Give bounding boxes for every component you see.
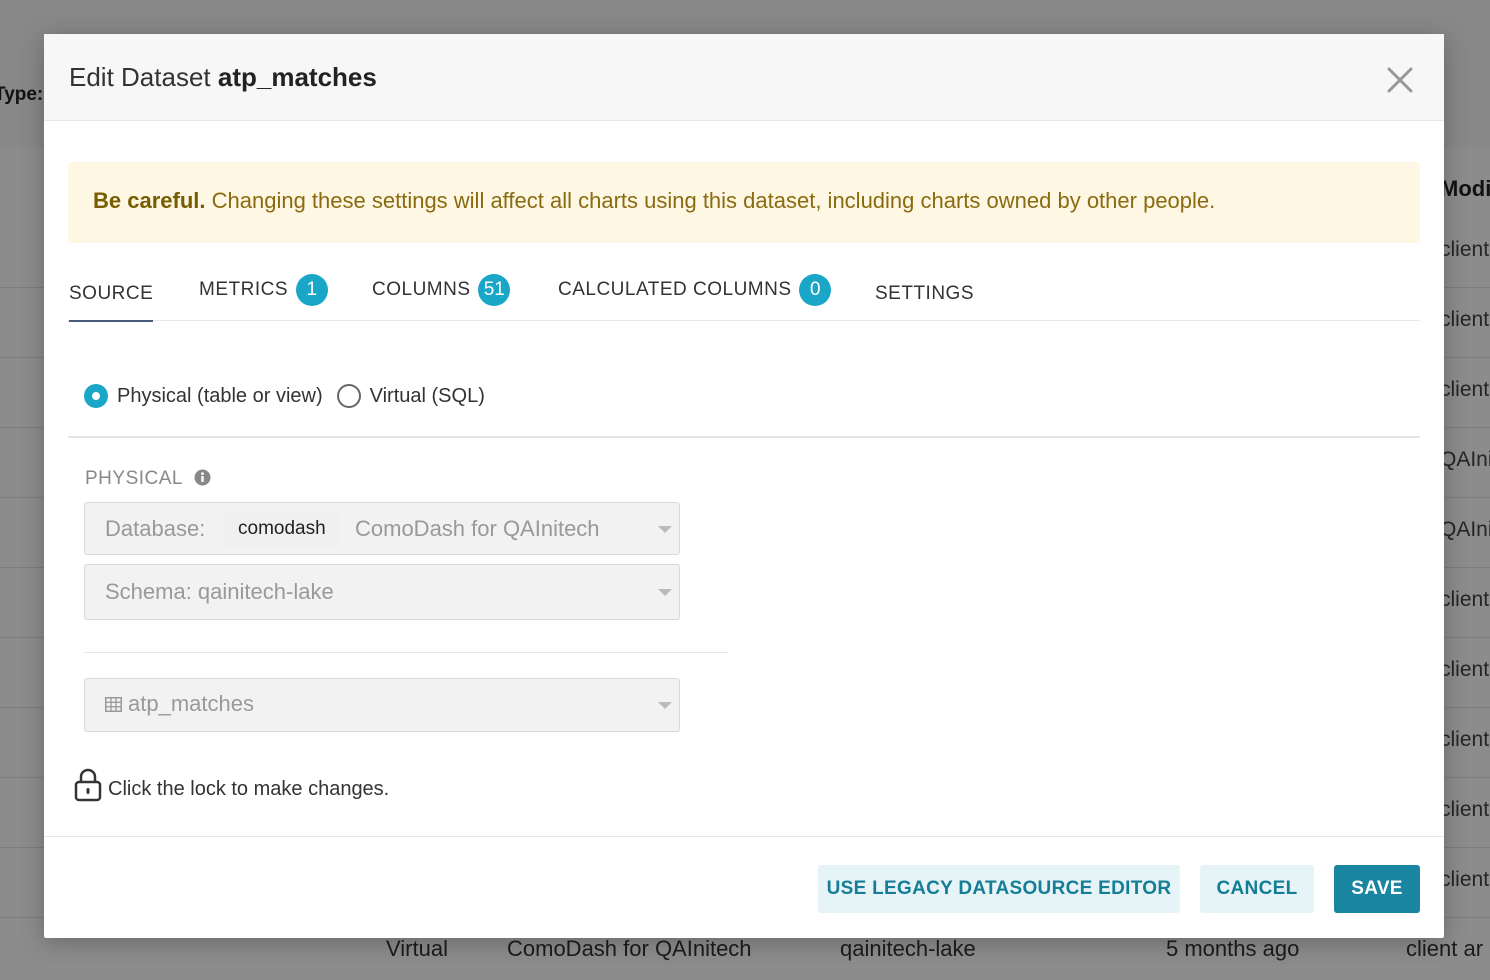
schema-value: Schema: qainitech-lake: [105, 579, 334, 604]
table-select-value: atp_matches: [105, 691, 254, 717]
modal-header: Edit Dataset atp_matches: [44, 34, 1444, 121]
cancel-button[interactable]: CANCEL: [1200, 865, 1314, 913]
schema-select[interactable]: Schema: qainitech-lake: [84, 564, 680, 620]
save-button[interactable]: SAVE: [1334, 865, 1420, 913]
modal-title-prefix: Edit Dataset: [69, 62, 211, 92]
info-icon[interactable]: [194, 469, 211, 486]
database-select[interactable]: Database: comodash ComoDash for QAInitec…: [84, 502, 680, 555]
alert-strong: Be careful.: [93, 188, 206, 213]
table-icon: [105, 697, 122, 712]
tab-bar: SOURCE METRICS 1 COLUMNS 51 CALCULATED C…: [68, 266, 1420, 322]
tab-label: CALCULATED COLUMNS: [558, 279, 792, 300]
chevron-down-icon[interactable]: [658, 525, 672, 533]
database-select-prefix: Database:: [105, 516, 206, 541]
use-legacy-editor-button[interactable]: USE LEGACY DATASOURCE EDITOR: [818, 865, 1180, 913]
alert-message: Changing these settings will affect all …: [211, 188, 1216, 213]
metrics-count-badge: 1: [295, 274, 328, 306]
table-name: atp_matches: [128, 691, 254, 716]
database-name: ComoDash for QAInitech: [355, 516, 600, 541]
select-divider: [84, 652, 728, 653]
physical-header-label: PHYSICAL: [85, 468, 183, 489]
virtual-radio[interactable]: [336, 384, 361, 408]
tab-settings[interactable]: SETTINGS: [875, 274, 974, 320]
tab-source[interactable]: SOURCE: [69, 274, 154, 322]
tab-label: COLUMNS: [372, 279, 471, 300]
source-type-radio-group: Physical (table or view) Virtual (SQL): [84, 384, 499, 414]
edit-dataset-modal: Edit Dataset atp_matches Be careful. Cha…: [44, 34, 1444, 938]
modal-title: Edit Dataset atp_matches: [69, 62, 377, 93]
virtual-radio-label[interactable]: Virtual (SQL): [370, 385, 485, 408]
tab-label: SETTINGS: [875, 283, 975, 304]
section-divider: [68, 436, 1420, 438]
physical-radio[interactable]: [84, 384, 108, 408]
modal-footer: USE LEGACY DATASOURCE EDITOR CANCEL SAVE: [44, 836, 1444, 939]
database-backend-pill: comodash: [225, 511, 339, 547]
modal-title-dataset-name: atp_matches: [217, 62, 377, 92]
tab-label: SOURCE: [69, 283, 154, 304]
tab-metrics[interactable]: METRICS 1: [199, 274, 328, 320]
physical-radio-label[interactable]: Physical (table or view): [117, 385, 323, 408]
table-select[interactable]: atp_matches: [84, 678, 680, 732]
warning-alert: Be careful. Changing these settings will…: [68, 162, 1420, 243]
calculated-columns-count-badge: 0: [799, 274, 832, 306]
chevron-down-icon[interactable]: [658, 589, 672, 596]
tab-calculated-columns[interactable]: CALCULATED COLUMNS 0: [558, 274, 832, 320]
tab-label: METRICS: [199, 279, 288, 300]
tab-columns[interactable]: COLUMNS 51: [372, 274, 511, 320]
physical-section-header: PHYSICAL: [85, 468, 211, 490]
alert-text: Be careful. Changing these settings will…: [93, 188, 1215, 214]
columns-count-badge: 51: [478, 274, 511, 306]
lock-instructions: Click the lock to make changes.: [108, 778, 390, 800]
lock-icon[interactable]: [74, 768, 102, 802]
close-icon[interactable]: [1384, 64, 1416, 96]
close-button[interactable]: [1384, 64, 1416, 96]
chevron-down-icon[interactable]: [658, 702, 672, 709]
